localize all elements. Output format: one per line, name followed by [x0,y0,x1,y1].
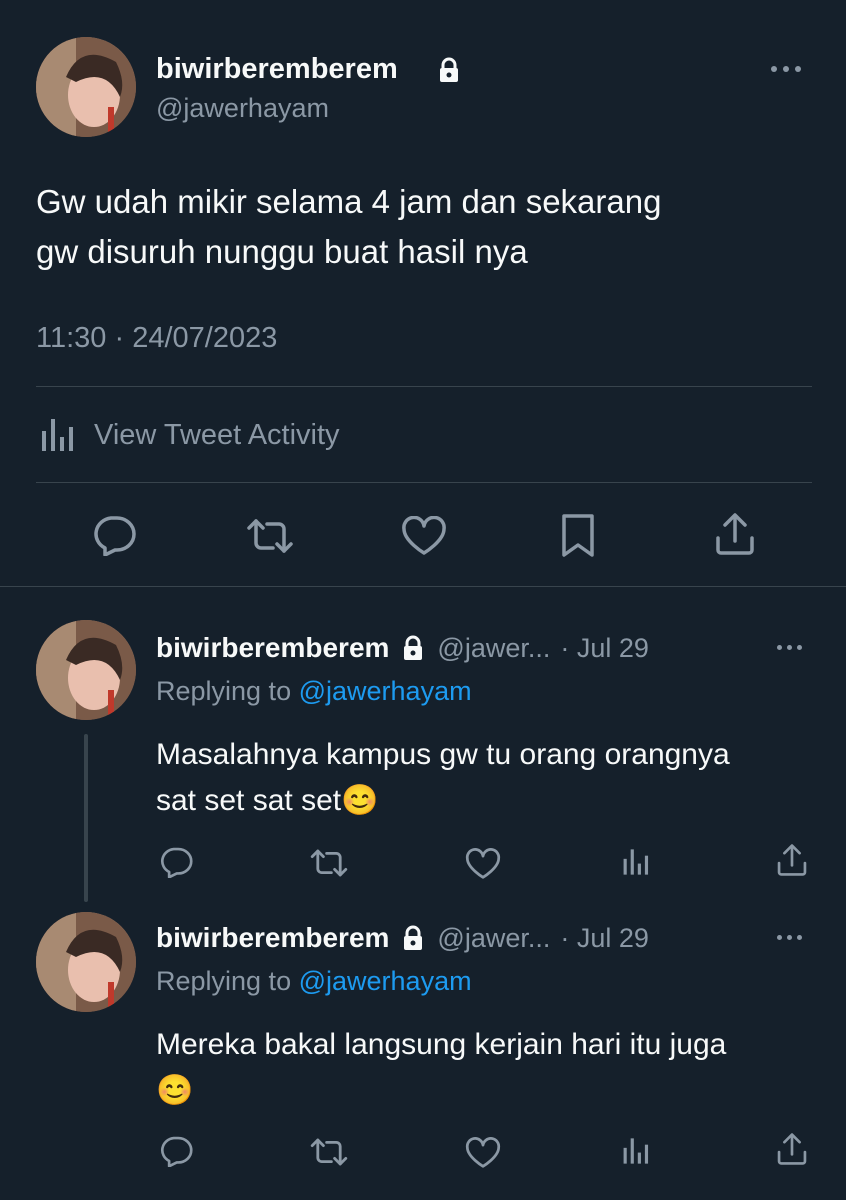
more-options-icon[interactable] [777,645,802,650]
reply-icon[interactable] [91,514,137,556]
activity-icon [40,417,78,453]
like-icon[interactable] [465,848,501,880]
reply-text: Masalahnya kampus gw tu orang orangnya s… [156,732,730,824]
main-display-name[interactable]: biwirberemberem [156,53,398,86]
divider [0,586,846,587]
share-icon[interactable] [714,512,756,556]
reply-text: Mereka bakal langsung kerjain hari itu j… [156,1022,726,1114]
share-icon[interactable] [776,1132,808,1166]
reply-header: biwirberemberem @jawer... · Jul 29 [156,922,649,954]
main-tweet-text-line1: Gw udah mikir selama 4 jam dan sekarang [36,183,662,220]
replying-to: Replying to @jawerhayam [156,676,472,707]
share-icon[interactable] [776,843,808,877]
retweet-icon[interactable] [309,1136,349,1168]
more-options-icon[interactable] [771,66,801,72]
main-tweet-text: Gw udah mikir selama 4 jam dan sekarang … [36,177,661,277]
like-icon[interactable] [401,516,447,556]
reply-icon[interactable] [158,1135,194,1167]
reply-handle[interactable]: @jawer... [437,923,550,954]
view-tweet-activity-link[interactable]: View Tweet Activity [40,417,340,453]
reply-avatar[interactable] [36,912,136,1012]
retweet-icon[interactable] [245,516,295,556]
retweet-icon[interactable] [309,847,349,879]
reply-text-line2: sat set sat set😊 [156,784,379,817]
main-tweet-avatar[interactable] [36,37,136,137]
divider [36,482,812,483]
analytics-icon[interactable] [622,846,652,878]
replying-to: Replying to @jawerhayam [156,966,472,997]
reply-display-name[interactable]: biwirberemberem [156,922,389,954]
lock-icon [401,925,425,951]
main-handle[interactable]: @jawerhayam [156,93,329,124]
reply-handle[interactable]: @jawer... [437,633,550,664]
replying-to-handle[interactable]: @jawerhayam [299,966,472,996]
activity-label: View Tweet Activity [94,418,340,451]
analytics-icon[interactable] [622,1135,652,1167]
lock-icon [437,57,461,83]
more-options-icon[interactable] [777,935,802,940]
bookmark-icon[interactable] [559,513,597,559]
reply-icon[interactable] [158,846,194,878]
main-tweet-text-line2: gw disuruh nunggu buat hasil nya [36,233,528,270]
reply-text-line1: Masalahnya kampus gw tu orang orangnya [156,738,730,771]
divider [36,386,812,387]
reply-date[interactable]: · Jul 29 [560,633,649,664]
reply-text-line1: Mereka bakal langsung kerjain hari itu j… [156,1028,727,1061]
reply-display-name[interactable]: biwirberemberem [156,632,389,664]
thread-connector-line [84,734,88,902]
replying-to-label: Replying to [156,966,292,996]
replying-to-label: Replying to [156,676,292,706]
reply-header: biwirberemberem @jawer... · Jul 29 [156,632,649,664]
reply-text-line2: 😊 [156,1074,194,1107]
replying-to-handle[interactable]: @jawerhayam [299,676,472,706]
reply-avatar[interactable] [36,620,136,720]
reply-date[interactable]: · Jul 29 [560,923,649,954]
main-timestamp[interactable]: 11:30 · 24/07/2023 [36,322,277,355]
lock-icon [401,635,425,661]
like-icon[interactable] [465,1137,501,1169]
